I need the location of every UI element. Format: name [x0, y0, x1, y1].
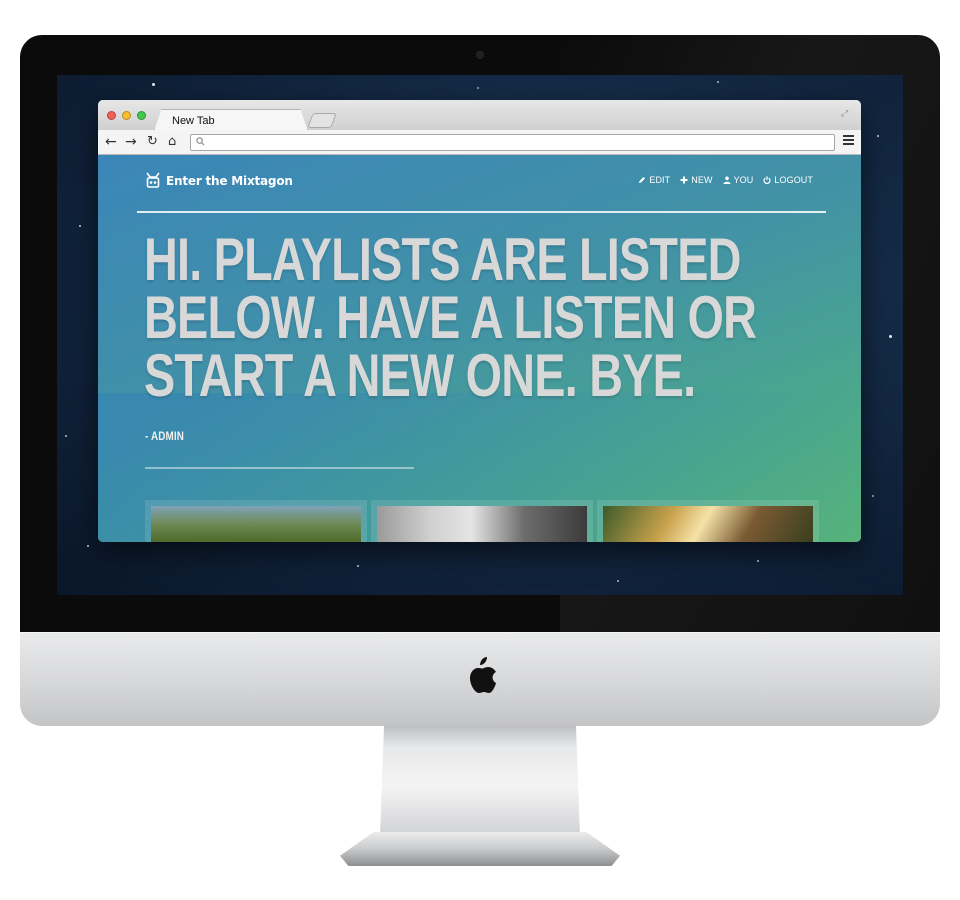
hero-line: HI. PLAYLISTS ARE LISTED [144, 226, 741, 293]
star [357, 565, 359, 567]
zoom-window-button[interactable] [137, 111, 146, 120]
site-nav: EDIT NEW YOU LOGOUT [638, 175, 813, 185]
forward-arrow-icon[interactable]: → [125, 134, 137, 150]
site-header: Enter the Mixtagon EDIT NEW YOU LOGOUT [98, 155, 861, 211]
tab-title: New Tab [172, 115, 215, 127]
camera [476, 51, 484, 59]
hero-line: BELOW. HAVE A LISTEN OR [144, 284, 757, 351]
imac-foot [340, 832, 620, 866]
reload-icon[interactable]: ↻ [147, 134, 158, 150]
user-icon [723, 176, 731, 184]
tab-strip: New Tab ⤢ [98, 100, 861, 131]
fullscreen-icon[interactable]: ⤢ [841, 108, 853, 118]
page-viewport: Enter the Mixtagon EDIT NEW YOU LOGOUT H… [98, 155, 861, 542]
section-divider [145, 467, 414, 469]
star [477, 87, 479, 89]
nav-new-label: NEW [691, 175, 713, 185]
star [87, 545, 89, 547]
playlist-card[interactable] [597, 500, 819, 542]
apple-logo-icon [470, 657, 496, 693]
star [877, 135, 879, 137]
star [757, 560, 759, 562]
browser-toolbar: ← → ↻ ⌂ [98, 130, 861, 155]
header-divider [137, 211, 826, 213]
power-icon [763, 176, 771, 184]
star [65, 435, 67, 437]
sunset-photo [603, 506, 813, 542]
back-arrow-icon[interactable]: ← [105, 134, 117, 150]
mixtagon-logo-icon[interactable] [145, 172, 161, 189]
nav-edit[interactable]: EDIT [638, 175, 670, 185]
plus-icon [680, 176, 688, 184]
brand-name[interactable]: Enter the Mixtagon [166, 174, 293, 188]
playlist-card[interactable] [371, 500, 593, 542]
minimize-window-button[interactable] [122, 111, 131, 120]
nav-new[interactable]: NEW [680, 175, 712, 185]
star [717, 81, 719, 83]
hero-attribution: - ADMIN [145, 429, 185, 443]
pencil-icon [639, 177, 646, 183]
hero-heading: HI. PLAYLISTS ARE LISTED BELOW. HAVE A L… [144, 226, 757, 409]
playlist-card[interactable] [145, 500, 367, 542]
forest-photo [151, 506, 361, 542]
home-icon[interactable]: ⌂ [168, 134, 176, 150]
nav-you-label: YOU [733, 175, 754, 185]
nav-you[interactable]: YOU [723, 175, 754, 185]
hero-line: START A NEW ONE. BYE. [144, 342, 696, 409]
star [152, 83, 155, 86]
star [872, 495, 874, 497]
playlist-grid [145, 500, 819, 542]
city-photo [377, 506, 587, 542]
imac-stand [380, 726, 580, 836]
tab-new-tab[interactable]: New Tab [154, 109, 308, 131]
address-bar[interactable] [190, 134, 835, 151]
nav-logout-label: LOGOUT [774, 175, 813, 185]
menu-icon[interactable] [843, 135, 854, 147]
search-icon [196, 137, 205, 146]
nav-logout[interactable]: LOGOUT [763, 175, 813, 185]
star [79, 225, 81, 227]
star [617, 580, 619, 582]
nav-edit-label: EDIT [649, 175, 671, 185]
new-tab-button[interactable] [307, 113, 337, 128]
star [889, 335, 892, 338]
browser-window: New Tab ⤢ ← → ↻ ⌂ Enter the Mixtagon EDI… [98, 100, 861, 542]
close-window-button[interactable] [107, 111, 116, 120]
